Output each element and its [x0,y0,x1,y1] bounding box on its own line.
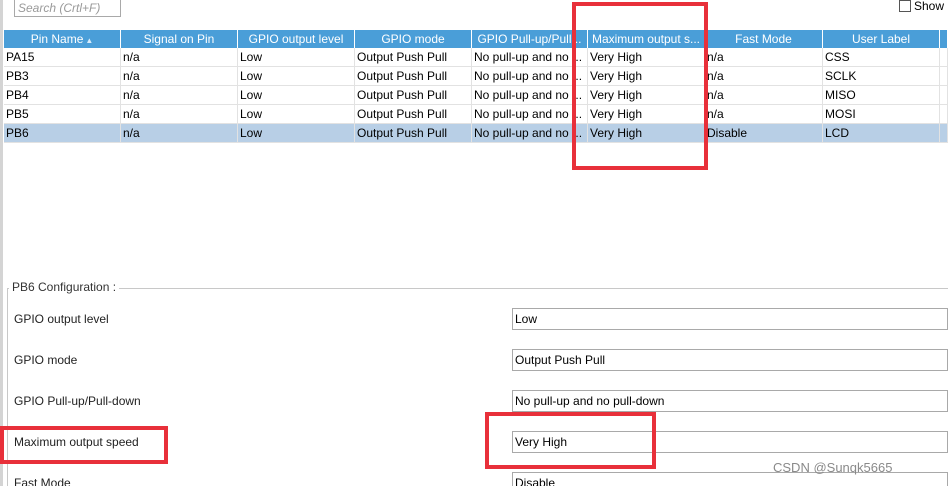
cell-user-label: CSS [823,48,940,67]
column-header-extra[interactable] [940,30,948,48]
cell-gpio-mode: Output Push Pull [355,67,472,86]
cell-extra [940,48,948,67]
cell-signal: n/a [121,105,238,124]
table-header: Pin Name ▲ Signal on Pin GPIO output leve… [4,30,948,48]
table-row[interactable]: PA15 n/a Low Output Push Pull No pull-up… [4,48,948,67]
highlight-box-speed-value [485,412,656,469]
column-header-signal-on-pin[interactable]: Signal on Pin [121,30,238,48]
cell-pull: No pull-up and no ... [472,105,588,124]
cell-output-level: Low [238,86,355,105]
cell-fast-mode: n/a [705,105,823,124]
cell-pull: No pull-up and no ... [472,124,588,143]
param-value-gpio-mode[interactable]: Output Push Pull [512,349,948,371]
column-header-fast-mode[interactable]: Fast Mode [705,30,823,48]
cell-output-level: Low [238,48,355,67]
cell-gpio-mode: Output Push Pull [355,48,472,67]
pin-configuration-title: PB6 Configuration : [9,280,120,294]
param-label-gpio-pull: GPIO Pull-up/Pull-down [14,394,141,408]
cell-pin-name: PA15 [4,48,121,67]
param-label-gpio-output-level: GPIO output level [14,312,109,326]
watermark: CSDN @Sunqk5665 [773,460,893,475]
table-row[interactable]: PB5 n/a Low Output Push Pull No pull-up … [4,105,948,124]
cell-output-level: Low [238,67,355,86]
show-checkbox[interactable]: Show [899,0,944,14]
table-row[interactable]: PB4 n/a Low Output Push Pull No pull-up … [4,86,948,105]
cell-fast-mode: Disable [705,124,823,143]
cell-output-level: Low [238,124,355,143]
cell-pull: No pull-up and no ... [472,86,588,105]
cell-extra [940,86,948,105]
highlight-box-speed-label [0,426,168,464]
cell-signal: n/a [121,67,238,86]
cell-user-label: LCD [823,124,940,143]
sort-ascending-icon: ▲ [85,36,94,45]
cell-fast-mode: n/a [705,48,823,67]
cell-output-level: Low [238,105,355,124]
checkbox-box[interactable] [899,0,911,12]
table-row-selected[interactable]: PB6 n/a Low Output Push Pull No pull-up … [4,124,948,143]
cell-pin-name: PB4 [4,86,121,105]
highlight-box-speed-column [572,2,708,170]
cell-fast-mode: n/a [705,86,823,105]
column-header-pin-name[interactable]: Pin Name ▲ [4,30,121,48]
cell-fast-mode: n/a [705,67,823,86]
pin-table: Pin Name ▲ Signal on Pin GPIO output leve… [4,30,948,143]
search-placeholder: Search (Crtl+F) [18,1,101,15]
cell-extra [940,105,948,124]
cell-signal: n/a [121,86,238,105]
cell-pull: No pull-up and no ... [472,48,588,67]
column-header-user-label[interactable]: User Label [823,30,940,48]
column-header-gpio-output-level[interactable]: GPIO output level [238,30,355,48]
cell-user-label: MISO [823,86,940,105]
column-header-gpio-pull[interactable]: GPIO Pull-up/Pull... [472,30,588,48]
cell-user-label: SCLK [823,67,940,86]
column-header-gpio-mode[interactable]: GPIO mode [355,30,472,48]
cell-pull: No pull-up and no ... [472,67,588,86]
cell-pin-name: PB3 [4,67,121,86]
cell-gpio-mode: Output Push Pull [355,105,472,124]
param-value-gpio-pull[interactable]: No pull-up and no pull-down [512,390,948,412]
cell-extra [940,67,948,86]
cell-extra [940,124,948,143]
table-row[interactable]: PB3 n/a Low Output Push Pull No pull-up … [4,67,948,86]
cell-pin-name: PB5 [4,105,121,124]
cell-gpio-mode: Output Push Pull [355,124,472,143]
search-input[interactable]: Search (Crtl+F) [14,0,121,17]
param-label-fast-mode: Fast Mode [14,476,71,486]
left-panel-edge [0,0,3,486]
cell-gpio-mode: Output Push Pull [355,86,472,105]
cell-user-label: MOSI [823,105,940,124]
param-value-gpio-output-level[interactable]: Low [512,308,948,330]
show-checkbox-label: Show [914,0,945,13]
cell-pin-name: PB6 [4,124,121,143]
param-label-gpio-mode: GPIO mode [14,353,78,367]
cell-signal: n/a [121,48,238,67]
cell-signal: n/a [121,124,238,143]
